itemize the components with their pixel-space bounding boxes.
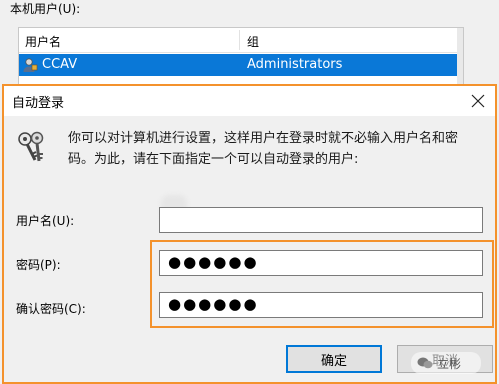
screen: 本机用户(U): 用户名 组 CCAV Administrators 自动登录 — [0, 0, 499, 384]
close-icon — [471, 94, 485, 108]
local-users-label: 本机用户(U): — [10, 2, 81, 16]
watermark-text: 立彬 — [437, 356, 462, 371]
user-group: Administrators — [247, 57, 343, 72]
auto-login-dialog: 自动登录 你可以对计算机进行设置，这样用户在登录时就不必输入用户名和密 码。为此… — [2, 84, 497, 384]
chat-bubble-icon — [417, 357, 433, 369]
username-label: 用户名(U): — [16, 214, 75, 228]
users-list-header: 用户名 组 — [19, 28, 463, 53]
watermark: 立彬 — [411, 352, 481, 374]
username-input[interactable] — [159, 207, 483, 233]
description-line-1: 你可以对计算机进行设置，这样用户在登录时就不必输入用户名和密 — [68, 131, 459, 146]
confirm-password-input[interactable]: ●●●●●● — [159, 292, 483, 318]
user-row-selected[interactable]: CCAV Administrators — [19, 54, 463, 76]
password-label: 密码(P): — [16, 258, 61, 272]
user-name: CCAV — [42, 57, 78, 72]
description-line-2: 码。为此，请在下面指定一个可以自动登录的用户: — [68, 152, 359, 167]
close-button[interactable] — [461, 86, 495, 116]
confirm-password-label: 确认密码(C): — [16, 302, 86, 316]
dialog-title: 自动登录 — [12, 96, 65, 111]
user-account-icon — [23, 58, 38, 72]
column-group[interactable]: 组 — [247, 33, 259, 50]
users-list[interactable]: 用户名 组 CCAV Administrators — [18, 27, 464, 87]
column-separator — [239, 30, 240, 50]
title-bar[interactable]: 自动登录 — [4, 86, 495, 116]
ok-button[interactable]: 确定 — [286, 345, 382, 373]
keys-icon — [18, 131, 44, 162]
column-username[interactable]: 用户名 — [25, 33, 61, 50]
password-input[interactable]: ●●●●●● — [159, 250, 483, 276]
list-scrollbar[interactable] — [457, 28, 463, 86]
dialog-description: 你可以对计算机进行设置，这样用户在登录时就不必输入用户名和密 码。为此，请在下面… — [68, 128, 478, 170]
